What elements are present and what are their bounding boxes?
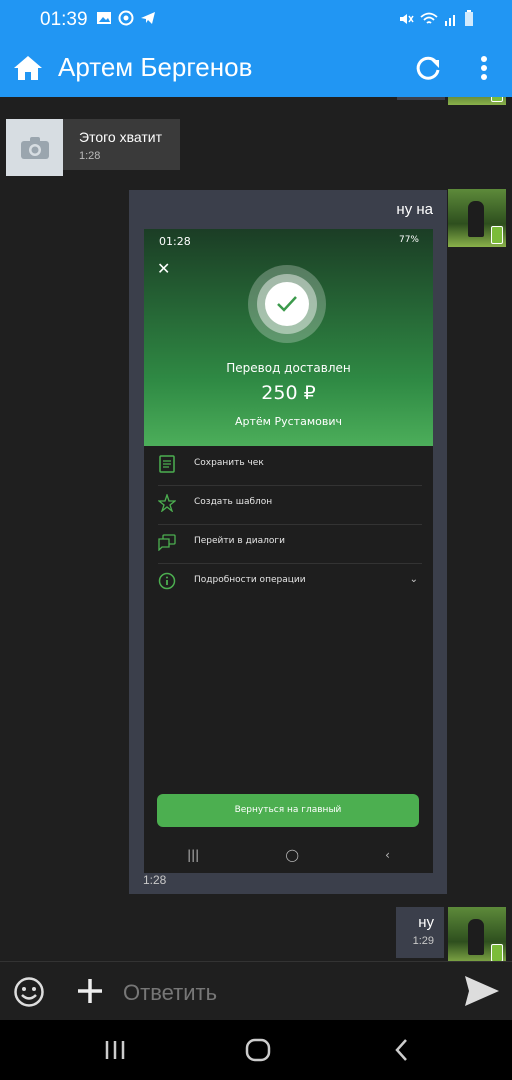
transfer-recipient: Артём Рустамович	[235, 415, 342, 428]
send-button[interactable]	[462, 974, 502, 1008]
back-icon: ‹	[385, 848, 390, 862]
photo-thumbnail[interactable]	[6, 119, 63, 176]
menu-label: Сохранить чек	[194, 458, 264, 468]
menu-label: Подробности операции	[194, 575, 306, 585]
reply-input[interactable]: Ответить	[123, 980, 217, 1006]
mute-icon	[400, 13, 414, 24]
dialogs-icon	[158, 534, 176, 551]
emoji-button[interactable]	[12, 975, 46, 1009]
home-icon	[14, 56, 42, 80]
image-notification-icon	[97, 12, 111, 24]
signal-icon	[445, 14, 455, 26]
message-time: 1:28	[143, 873, 167, 887]
return-home-button: Вернуться на главный	[157, 794, 419, 827]
transfer-status: Перевод доставлен	[226, 361, 351, 375]
attached-screenshot[interactable]: 01:28 77% ✕ Перевод доставлен 250 ₽ Артё…	[144, 229, 433, 873]
app-bar: Артем Бергенов	[0, 40, 512, 97]
screenshot-battery: 77%	[398, 235, 419, 245]
menu-operation-details: Подробности операции ⌄	[158, 563, 422, 602]
camera-icon	[20, 136, 49, 159]
system-nav-bar	[0, 1020, 512, 1080]
attach-button[interactable]	[74, 975, 106, 1007]
at-notification-icon	[118, 10, 134, 26]
more-options-button[interactable]	[470, 52, 498, 84]
system-status-icons	[398, 10, 474, 27]
close-icon: ✕	[157, 259, 171, 278]
refresh-icon	[416, 56, 440, 80]
status-time: 01:39	[40, 9, 88, 30]
message-composer: Ответить	[0, 961, 512, 1021]
status-bar: 01:39	[0, 0, 512, 40]
screenshot-nav-bar: ||| ◯ ‹	[144, 837, 433, 873]
receipt-icon	[159, 455, 175, 473]
menu-label: Создать шаблон	[194, 497, 273, 507]
incoming-message[interactable]: Этого хватит 1:28	[6, 119, 180, 176]
telegram-notification-icon	[141, 12, 155, 24]
screenshot-time: 01:28	[159, 235, 191, 248]
outgoing-message[interactable]: ну 1:29	[396, 907, 444, 958]
outgoing-image-message[interactable]: ну на 01:28 77% ✕ Перевод доставлен 250 …	[129, 190, 447, 894]
image-caption: ну на	[396, 201, 433, 218]
avatar[interactable]	[448, 97, 506, 105]
home-button[interactable]	[12, 52, 44, 84]
star-icon	[158, 494, 176, 512]
success-check-icon	[248, 265, 326, 343]
home-nav-icon: ◯	[285, 848, 299, 862]
plus-icon	[78, 979, 102, 1003]
menu-create-template: Создать шаблон	[158, 485, 422, 525]
home-nav-button[interactable]	[245, 1038, 271, 1062]
more-vert-icon	[481, 56, 487, 80]
notification-icons	[96, 10, 156, 26]
chat-history[interactable]: Этого хватит 1:28 ну на 01:28 77% ✕ Пере…	[0, 97, 512, 961]
message-text: ну	[418, 914, 434, 931]
send-icon	[465, 976, 499, 1006]
chat-title: Артем Бергенов	[58, 52, 253, 82]
recents-icon: |||	[187, 848, 200, 862]
refresh-button[interactable]	[412, 52, 444, 84]
battery-icon	[465, 10, 473, 26]
message-time: 1:28	[79, 150, 101, 162]
avatar[interactable]	[448, 189, 506, 247]
previous-message-bubble	[397, 97, 445, 100]
message-text: Этого хватит	[79, 129, 162, 145]
chevron-down-icon: ⌄	[409, 574, 418, 585]
back-button[interactable]	[394, 1038, 410, 1062]
recents-button[interactable]	[104, 1040, 126, 1060]
menu-label: Перейти в диалоги	[194, 536, 285, 546]
menu-go-to-dialogs: Перейти в диалоги	[158, 524, 422, 564]
wifi-icon	[420, 12, 438, 24]
avatar[interactable]	[448, 907, 506, 961]
transfer-amount: 250 ₽	[261, 382, 316, 404]
emoji-icon	[14, 977, 44, 1007]
message-time: 1:29	[412, 935, 434, 947]
menu-save-receipt: Сохранить чек	[158, 446, 422, 486]
info-icon	[158, 572, 176, 590]
